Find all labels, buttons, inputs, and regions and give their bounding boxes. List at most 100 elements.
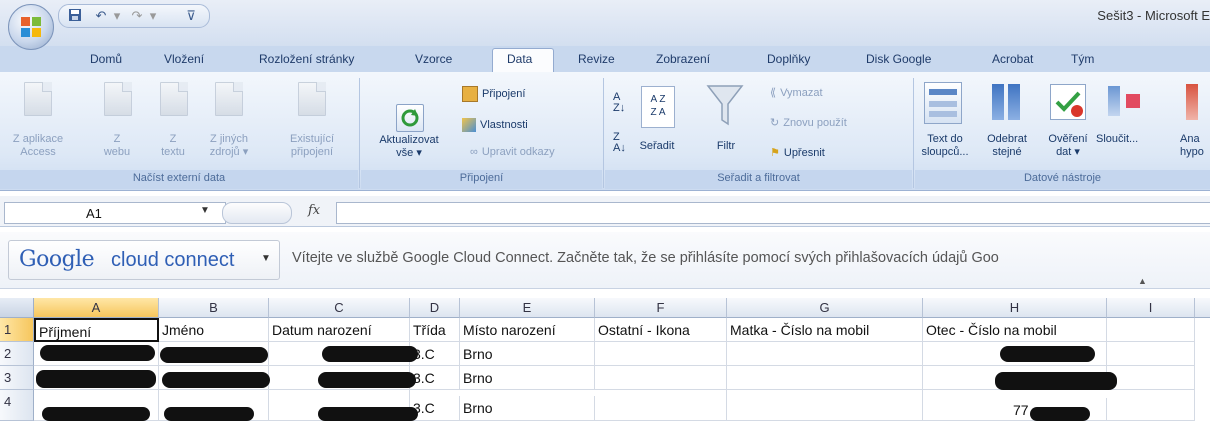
column-header-g[interactable]: G bbox=[727, 298, 923, 318]
existing-connections-button[interactable]: Existující připojení bbox=[280, 133, 344, 159]
name-box-dropdown-icon[interactable]: ▼ bbox=[200, 205, 210, 216]
insert-function-icon[interactable]: fx bbox=[308, 203, 320, 218]
cell-e2[interactable]: Brno bbox=[460, 342, 595, 366]
column-header-c[interactable]: C bbox=[269, 298, 410, 318]
sort-dialog-icon[interactable]: A ZZ A bbox=[641, 86, 675, 128]
cell-i1[interactable] bbox=[1107, 318, 1195, 342]
redo-icon[interactable]: ↷ bbox=[129, 8, 145, 24]
google-cloud-connect-button[interactable]: Google cloud connect ▼ bbox=[8, 240, 280, 280]
column-header-e[interactable]: E bbox=[460, 298, 595, 318]
advanced-filter-button[interactable]: ⚑ Upřesnit bbox=[770, 146, 825, 159]
select-all-corner[interactable] bbox=[0, 298, 34, 318]
cell-g3[interactable] bbox=[727, 366, 923, 390]
text-to-columns-button[interactable]: Text do sloupců... bbox=[916, 133, 974, 159]
filter-funnel-icon[interactable] bbox=[706, 84, 744, 133]
column-header-a[interactable]: A bbox=[34, 298, 159, 318]
cell-e3[interactable]: Brno bbox=[460, 366, 595, 390]
cell-b1[interactable]: Jméno bbox=[159, 318, 269, 342]
group-label-sort-filter: Seřadit a filtrovat bbox=[717, 172, 800, 184]
tab-addins[interactable]: Doplňky bbox=[767, 52, 810, 66]
collapse-arrow-icon[interactable]: ▲ bbox=[1138, 276, 1147, 286]
tab-google-disk[interactable]: Disk Google bbox=[866, 52, 931, 66]
cell-i4[interactable] bbox=[1107, 390, 1195, 421]
from-text-button[interactable]: Ztextu bbox=[148, 133, 198, 159]
row-header-4[interactable]: 4 bbox=[0, 390, 34, 421]
edit-links-button[interactable]: ∞ Upravit odkazy bbox=[470, 146, 555, 158]
group-label-connections: Připojení bbox=[459, 172, 504, 184]
cell-e4[interactable]: Brno bbox=[460, 396, 595, 421]
consolidate-button[interactable]: Sloučit... bbox=[1096, 133, 1156, 146]
cell-i2[interactable] bbox=[1107, 342, 1195, 366]
column-header-i[interactable]: I bbox=[1107, 298, 1195, 318]
reapply-filter-button[interactable]: ↻ Znovu použít bbox=[770, 116, 847, 129]
undo-icon[interactable]: ↶ bbox=[93, 8, 109, 24]
connections-button[interactable]: Připojení bbox=[462, 86, 525, 102]
column-header-b[interactable]: B bbox=[159, 298, 269, 318]
row-header-2[interactable]: 2 bbox=[0, 342, 34, 366]
google-welcome-message: Vítejte ve službě Google Cloud Connect. … bbox=[292, 250, 999, 266]
cell-i3[interactable] bbox=[1107, 366, 1195, 390]
ribbon-tabs: Domů Vložení Rozložení stránky Vzorce Da… bbox=[0, 46, 1210, 73]
text-file-icon bbox=[160, 82, 188, 116]
reapply-icon: ↻ bbox=[770, 117, 780, 129]
group-divider bbox=[359, 78, 360, 188]
tab-review[interactable]: Revize bbox=[578, 52, 615, 66]
tab-home[interactable]: Domů bbox=[90, 52, 122, 66]
tab-page-layout[interactable]: Rozložení stránky bbox=[259, 52, 354, 66]
cell-d4[interactable]: 3.C bbox=[410, 396, 460, 421]
cell-g4[interactable] bbox=[727, 390, 923, 421]
remove-duplicates-icon bbox=[992, 84, 1022, 120]
from-other-sources-button[interactable]: Z jiných zdrojů ▾ bbox=[198, 133, 260, 159]
redaction-mark bbox=[162, 372, 270, 388]
cell-c1[interactable]: Datum narození bbox=[269, 318, 410, 342]
formula-input[interactable] bbox=[336, 202, 1210, 224]
cell-h1[interactable]: Otec - Číslo na mobil bbox=[923, 318, 1107, 342]
tab-team[interactable]: Tým bbox=[1071, 52, 1094, 66]
redaction-mark bbox=[1000, 346, 1095, 362]
properties-icon bbox=[462, 118, 476, 132]
undo-dropdown-icon[interactable]: ▾ bbox=[109, 8, 125, 24]
cell-f3[interactable] bbox=[595, 366, 727, 390]
column-header-d[interactable]: D bbox=[410, 298, 460, 318]
filter-button[interactable]: Filtr bbox=[708, 140, 744, 153]
cell-f4[interactable] bbox=[595, 390, 727, 421]
sort-button[interactable]: Seřadit bbox=[630, 140, 684, 153]
remove-duplicates-button[interactable]: Odebrat stejné bbox=[980, 133, 1034, 159]
sort-za-icon[interactable]: Z A↓ bbox=[613, 132, 626, 154]
properties-button[interactable]: Vlastnosti bbox=[462, 118, 528, 132]
tab-acrobat[interactable]: Acrobat bbox=[992, 52, 1033, 66]
formula-bar-splitter[interactable] bbox=[222, 202, 292, 224]
redo-dropdown-icon[interactable]: ▾ bbox=[145, 8, 161, 24]
cell-g1[interactable]: Matka - Číslo na mobil bbox=[727, 318, 923, 342]
from-web-button[interactable]: Zwebu bbox=[92, 133, 142, 159]
tab-formulas[interactable]: Vzorce bbox=[415, 52, 452, 66]
redaction-mark bbox=[40, 345, 155, 361]
column-header-h[interactable]: H bbox=[923, 298, 1107, 318]
save-icon[interactable] bbox=[67, 8, 83, 24]
row-header-1[interactable]: 1 bbox=[0, 318, 34, 342]
column-header-f[interactable]: F bbox=[595, 298, 727, 318]
cell-g2[interactable] bbox=[727, 342, 923, 366]
tab-data[interactable]: Data bbox=[507, 52, 532, 66]
tab-insert[interactable]: Vložení bbox=[164, 52, 204, 66]
google-logo: Google bbox=[19, 247, 95, 272]
customize-qat-icon[interactable]: ⊽ bbox=[183, 8, 199, 24]
cell-f1[interactable]: Ostatní - Ikona bbox=[595, 318, 727, 342]
tab-view[interactable]: Zobrazení bbox=[656, 52, 710, 66]
clear-filter-button[interactable]: ⟪ Vymazat bbox=[770, 86, 823, 99]
quick-access-toolbar: ↶ ▾ ↷ ▾ ⊽ bbox=[58, 4, 210, 28]
sort-az-icon[interactable]: A Z↓ bbox=[613, 92, 625, 114]
row-header-3[interactable]: 3 bbox=[0, 366, 34, 390]
cell-a1[interactable]: Příjmení bbox=[34, 318, 159, 342]
office-button[interactable] bbox=[8, 4, 54, 50]
redaction-mark bbox=[36, 370, 156, 388]
name-box[interactable] bbox=[4, 202, 226, 224]
cell-d1[interactable]: Třída bbox=[410, 318, 460, 342]
refresh-all-button[interactable]: Aktualizovat vše ▾ bbox=[366, 134, 452, 160]
cell-d3[interactable]: 3.C bbox=[410, 366, 460, 390]
cell-f2[interactable] bbox=[595, 342, 727, 366]
data-validation-button[interactable]: Ověření dat ▾ bbox=[1044, 133, 1092, 159]
cell-e1[interactable]: Místo narození bbox=[460, 318, 595, 342]
from-access-button[interactable]: Z aplikace Access bbox=[8, 133, 68, 159]
what-if-analysis-button[interactable]: Ana hypo bbox=[1180, 133, 1210, 159]
